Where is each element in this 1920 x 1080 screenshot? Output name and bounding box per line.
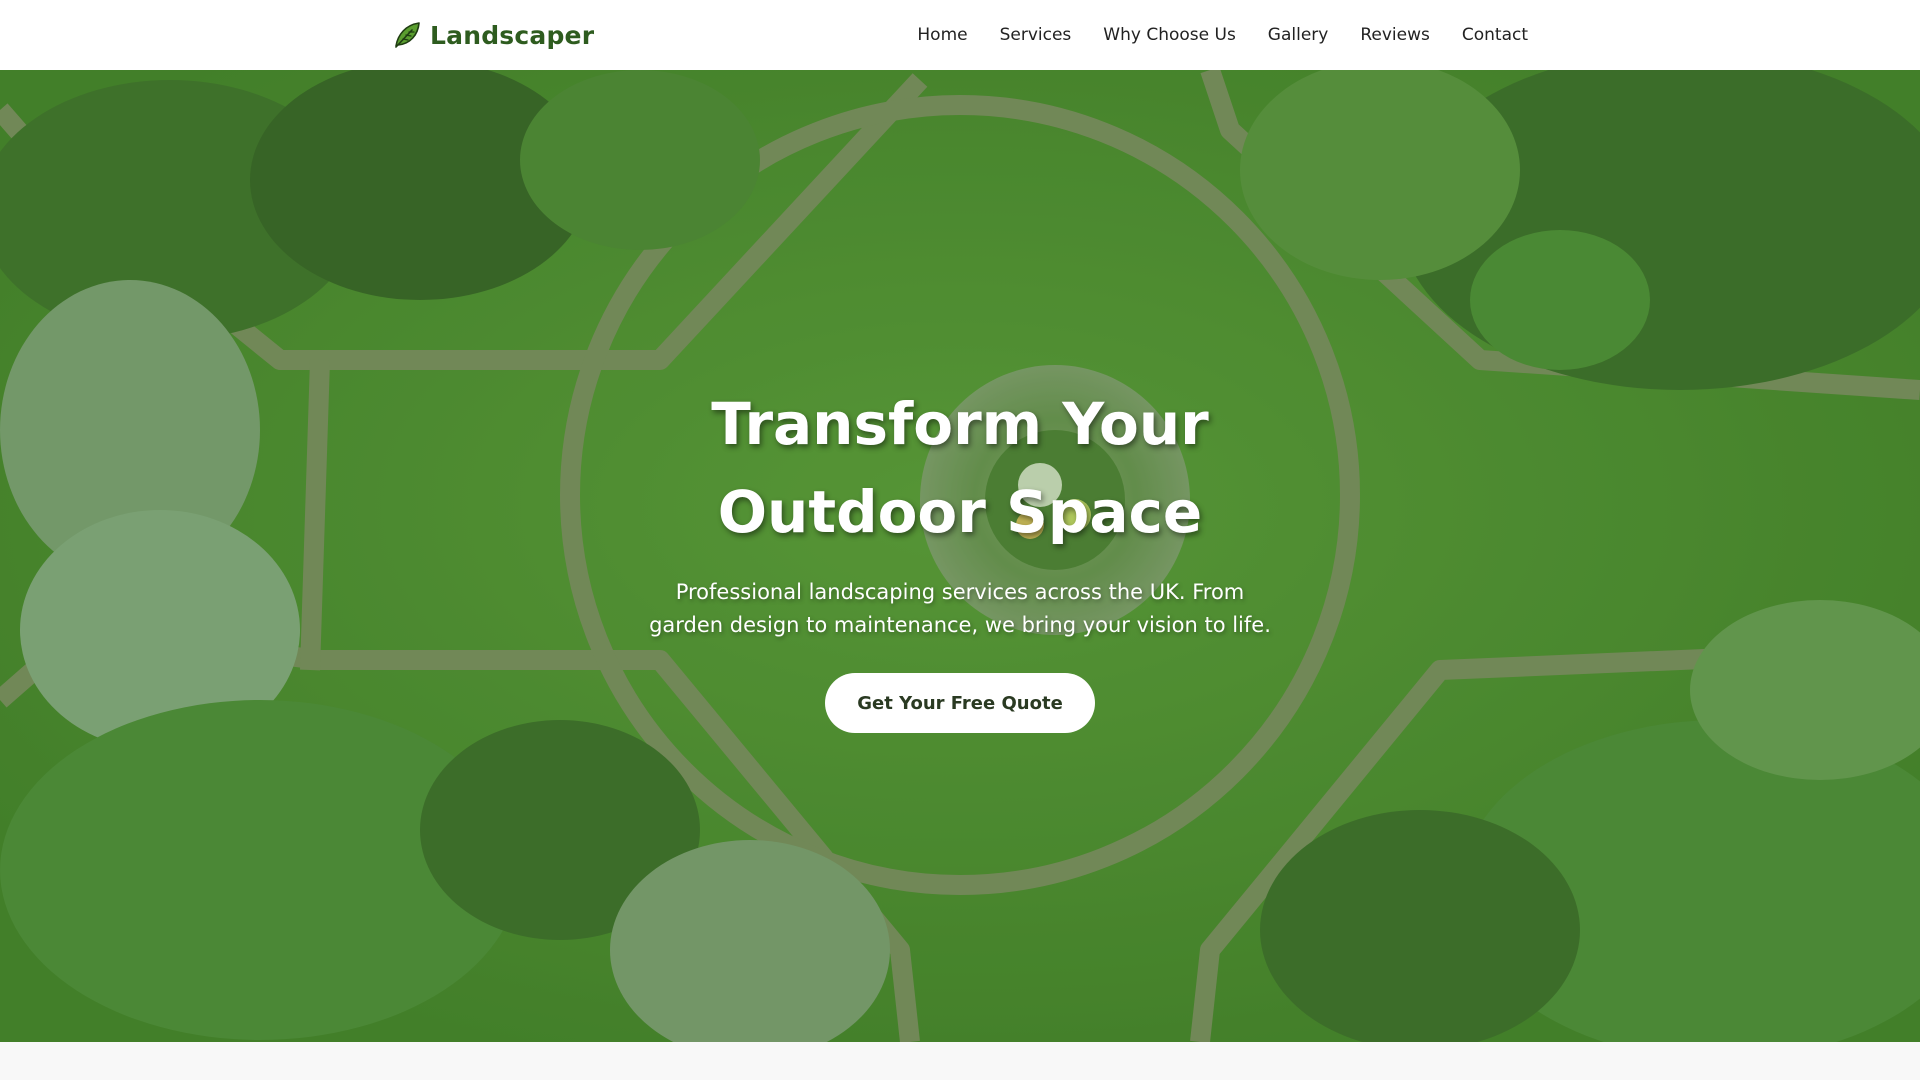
nav-link-home[interactable]: Home: [917, 25, 967, 45]
nav-link-gallery[interactable]: Gallery: [1268, 25, 1329, 45]
hero-subtitle-line-2: garden design to maintenance, we bring y…: [649, 613, 1271, 637]
hero-subtitle: Professional landscaping services across…: [640, 576, 1280, 642]
hero-subtitle-line-1: Professional landscaping services across…: [675, 580, 1245, 604]
nav-container: Landscaper Home Services Why Choose Us G…: [392, 0, 1528, 70]
hero-section: Transform Your Outdoor Space Professiona…: [0, 70, 1920, 1042]
hero-title-line-1: Transform Your: [711, 390, 1209, 458]
get-free-quote-button[interactable]: Get Your Free Quote: [825, 673, 1095, 733]
hero-title: Transform Your Outdoor Space: [560, 380, 1360, 556]
hero-content: Transform Your Outdoor Space Professiona…: [0, 70, 1920, 1042]
nav-link-why-choose-us[interactable]: Why Choose Us: [1103, 25, 1236, 45]
navbar: Landscaper Home Services Why Choose Us G…: [0, 0, 1920, 70]
nav-link-reviews[interactable]: Reviews: [1360, 25, 1430, 45]
brand-name: Landscaper: [430, 20, 595, 50]
brand-logo-link[interactable]: Landscaper: [392, 20, 594, 50]
next-section-strip: [0, 1042, 1920, 1080]
nav-menu: Home Services Why Choose Us Gallery Revi…: [917, 25, 1528, 45]
nav-link-contact[interactable]: Contact: [1462, 25, 1528, 45]
nav-link-services[interactable]: Services: [1000, 25, 1072, 45]
leaf-icon: [395, 22, 420, 48]
hero-title-line-2: Outdoor Space: [717, 478, 1203, 546]
